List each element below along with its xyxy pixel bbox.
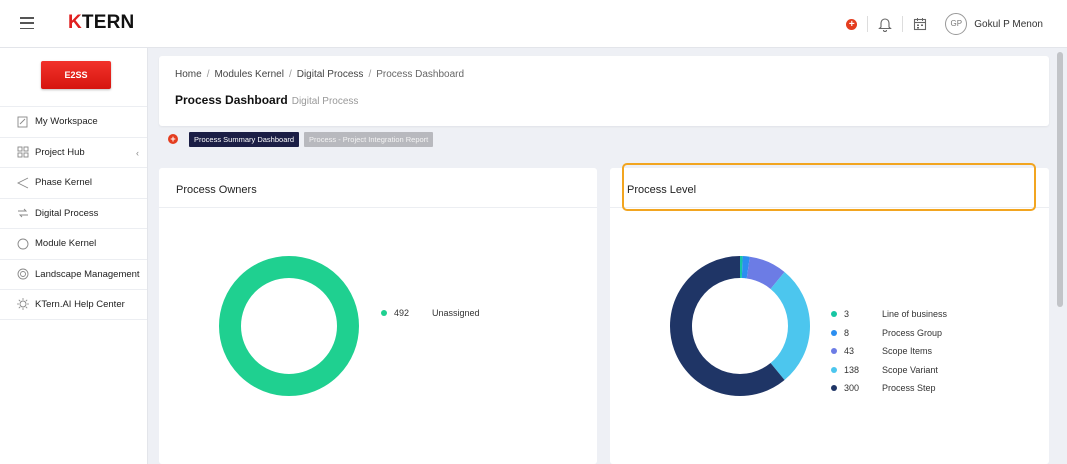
sidebar-item-label: KTern.AI Help Center	[35, 298, 125, 310]
legend-dot	[831, 348, 837, 355]
grid-icon	[17, 146, 29, 158]
donut-slice-process-group[interactable]	[741, 256, 750, 279]
legend-label: Scope Items	[882, 346, 933, 357]
legend-item[interactable]: 138 Scope Variant	[831, 361, 947, 380]
add-tab-icon[interactable]: +	[168, 134, 178, 144]
avatar[interactable]: GP	[945, 13, 968, 35]
sidebar-item-my-workspace[interactable]: My Workspace	[0, 106, 147, 137]
legend-dot	[831, 329, 837, 336]
legend-value: 492	[394, 308, 410, 319]
module-icon	[17, 238, 29, 250]
sidebar-nav: My Workspace Project Hub ‹ Phase Kernel …	[0, 106, 147, 320]
legend-dot	[831, 366, 837, 373]
legend-item[interactable]: 3 Line of business	[831, 305, 947, 324]
donut-slice-process-step[interactable]	[670, 256, 785, 396]
sidebar-item-label: Landscape Management	[35, 268, 140, 280]
legend-value: 3	[844, 309, 850, 320]
breadcrumb: Home / Modules Kernel / Digital Process / Proc…	[175, 69, 465, 80]
sidebar-item-digital-process[interactable]: Digital Process	[0, 197, 147, 229]
donut-slice-unassigned[interactable]	[219, 256, 359, 396]
legend-dot	[831, 311, 837, 318]
process-owners-legend: 492 Unassigned	[381, 304, 480, 323]
sidebar-item-label: Project Hub	[35, 146, 85, 158]
workspace-icon	[17, 116, 28, 128]
breadcrumb-digital-process[interactable]: Digital Process	[297, 69, 364, 80]
phase-icon	[17, 177, 29, 189]
chevron-left-icon[interactable]: ‹	[136, 148, 139, 158]
top-bar: KTERN + GP Gokul P Menon	[0, 0, 1067, 48]
sidebar-item-help-center[interactable]: KTern.AI Help Center	[0, 289, 147, 320]
page-title: Process Dashboard Digital Process	[175, 93, 359, 107]
tab-process-project-integration-report[interactable]: Process - Project Integration Report	[304, 131, 434, 147]
help-icon	[17, 298, 29, 311]
legend-label: Scope Variant	[882, 364, 938, 375]
breadcrumb-modules-kernel[interactable]: Modules Kernel	[214, 69, 283, 80]
legend-label: Line of business	[882, 309, 948, 320]
legend-dot	[381, 310, 387, 317]
project-switch-button[interactable]: E2SS	[41, 61, 111, 89]
page-scrollbar[interactable]	[1057, 52, 1063, 307]
bell-icon[interactable]	[878, 16, 893, 32]
legend-value: 8	[844, 327, 850, 338]
legend-value: 138	[844, 364, 860, 375]
breadcrumb-home[interactable]: Home	[175, 69, 202, 80]
legend-item[interactable]: 43 Scope Items	[831, 342, 947, 361]
dashboard-tabs: + Process Summary Dashboard Process - Pr…	[168, 131, 438, 147]
legend-item[interactable]: 8 Process Group	[831, 324, 947, 343]
process-level-donut-chart	[670, 256, 810, 396]
page-subtitle: Digital Process	[291, 96, 359, 107]
sidebar-item-label: Digital Process	[35, 207, 99, 219]
legend-value: 43	[844, 346, 855, 357]
sidebar-item-label: Module Kernel	[35, 238, 97, 250]
menu-icon[interactable]	[20, 17, 34, 29]
legend-item[interactable]: 300 Process Step	[831, 379, 947, 398]
legend-dot	[831, 385, 837, 392]
sidebar-item-landscape-management[interactable]: Landscape Management	[0, 258, 147, 290]
process-owners-panel: Process Owners 492 Unassigned	[159, 168, 597, 464]
sidebar-item-label: My Workspace	[35, 116, 98, 128]
legend-item[interactable]: 492 Unassigned	[381, 304, 480, 323]
process-level-highlight	[622, 163, 1036, 211]
donut-slice-scope-variant[interactable]	[770, 272, 810, 380]
add-icon[interactable]: +	[846, 18, 858, 30]
process-level-panel: Process Level 3 Line of business 8 Process …	[610, 168, 1049, 464]
page-header: Home / Modules Kernel / Digital Process / Proc…	[159, 56, 1049, 126]
tab-process-summary-dashboard[interactable]: Process Summary Dashboard	[189, 131, 300, 147]
sidebar-item-phase-kernel[interactable]: Phase Kernel	[0, 167, 147, 198]
legend-label: Unassigned	[432, 308, 480, 319]
sidebar-item-label: Phase Kernel	[35, 177, 93, 189]
legend-label: Process Group	[882, 327, 943, 338]
donut-slice-scope-items[interactable]	[746, 256, 785, 290]
process-icon	[18, 208, 28, 218]
sidebar-item-project-hub[interactable]: Project Hub ‹	[0, 136, 147, 168]
process-level-legend: 3 Line of business 8 Process Group 43 Scope I…	[831, 305, 947, 398]
legend-value: 300	[844, 383, 860, 394]
landscape-icon	[17, 268, 29, 280]
process-owners-donut-chart	[219, 256, 359, 396]
user-name[interactable]: Gokul P Menon	[974, 19, 1043, 30]
sidebar-item-module-kernel[interactable]: Module Kernel	[0, 228, 147, 259]
calendar-icon[interactable]	[913, 17, 927, 31]
ktern-logo[interactable]: KTERN	[68, 12, 134, 34]
process-owners-title: Process Owners	[159, 168, 597, 208]
breadcrumb-current: Process Dashboard	[376, 69, 465, 80]
legend-label: Process Step	[882, 383, 936, 394]
sidebar: E2SS My Workspace Project Hub ‹ Phase Ke…	[0, 48, 148, 464]
